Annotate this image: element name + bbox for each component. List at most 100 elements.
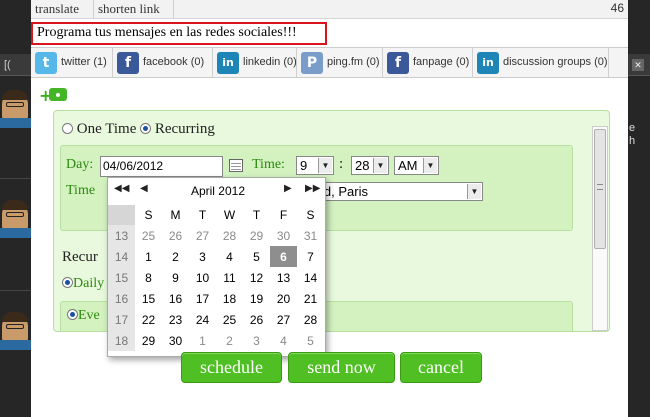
week-number: 16 [108, 288, 135, 309]
calendar-day[interactable]: 15 [135, 288, 162, 309]
calendar-day[interactable]: 29 [135, 330, 162, 351]
timezone-label: Time [66, 183, 96, 198]
calendar-day[interactable]: 17 [189, 288, 216, 309]
calendar-day[interactable]: 25 [135, 225, 162, 246]
calendar-day[interactable]: 28 [297, 309, 324, 330]
calendar-day[interactable]: 2 [162, 246, 189, 267]
datepicker-title: April 2012 [190, 184, 246, 198]
next-month-icon[interactable]: ▶ [284, 183, 292, 194]
calendar-day[interactable]: 23 [162, 309, 189, 330]
shorten-link-link[interactable]: shorten link [98, 1, 160, 17]
calendar-day[interactable]: 2 [216, 330, 243, 351]
every-radio[interactable] [67, 309, 78, 320]
tab-twitter[interactable]: t twitter (1) [31, 48, 113, 77]
calendar-day[interactable]: 12 [243, 267, 270, 288]
schedule-button[interactable]: schedule [181, 352, 282, 383]
calendar-day[interactable]: 24 [189, 309, 216, 330]
chevron-down-icon: ▼ [318, 158, 332, 173]
every-option[interactable]: Eve [67, 308, 100, 324]
calendar-week-row: 18 29 30 1 2 3 4 5 [108, 330, 324, 351]
calendar-day[interactable]: 26 [243, 309, 270, 330]
calendar-day[interactable]: 31 [297, 225, 324, 246]
tab-fanpage[interactable]: f fanpage (0) [383, 48, 473, 77]
calendar-day[interactable]: 19 [243, 288, 270, 309]
calendar-day[interactable]: 28 [216, 225, 243, 246]
daily-radio[interactable] [62, 277, 73, 288]
weekday-label: S [306, 208, 315, 222]
calendar-day[interactable]: 7 [297, 246, 324, 267]
tab-pingfm[interactable]: P ping.fm (0) [297, 48, 383, 77]
calendar-day[interactable]: 30 [270, 225, 297, 246]
compose-modal: translate shorten link 46 Programa tus m… [31, 0, 628, 417]
calendar-day[interactable]: 22 [135, 309, 162, 330]
week-number-header [108, 205, 135, 225]
calendar-day[interactable]: 16 [162, 288, 189, 309]
calendar-icon[interactable] [229, 159, 243, 172]
datepicker-header: ◀◀ ◀ April 2012 ▶ ▶▶ [108, 178, 325, 202]
calendar-day[interactable]: 1 [189, 330, 216, 351]
calendar-day[interactable]: 27 [270, 309, 297, 330]
calendar-day[interactable]: 25 [216, 309, 243, 330]
calendar-day[interactable]: 9 [162, 267, 189, 288]
character-count: 46 [610, 1, 624, 15]
recurring-radio[interactable] [140, 123, 152, 134]
prev-month-icon[interactable]: ◀ [140, 183, 148, 194]
calendar-day[interactable]: 8 [135, 267, 162, 288]
facebook-icon: f [117, 52, 139, 74]
calendar-day[interactable]: 10 [189, 267, 216, 288]
one-time-radio[interactable] [62, 123, 73, 134]
calendar-day[interactable]: 14 [297, 267, 324, 288]
minute-select[interactable]: 28 ▼ [351, 156, 389, 175]
avatar [0, 88, 31, 128]
next-year-icon[interactable]: ▶▶ [305, 183, 320, 194]
weekday-label: F [279, 208, 288, 222]
calendar-day[interactable]: 21 [297, 288, 324, 309]
calendar-day-selected[interactable]: 6 [270, 246, 297, 267]
message-input[interactable]: Programa tus mensajes en las redes socia… [31, 22, 327, 45]
tab-facebook[interactable]: f facebook (0) [113, 48, 213, 77]
recurring-label: Recurring [154, 121, 215, 137]
calendar-day[interactable]: 27 [189, 225, 216, 246]
calendar-grid: S M T W T F S 13 25 26 27 28 29 30 31 14 1 2 3 4 5 6 7 15 8 9 10 11… [108, 205, 324, 351]
calendar-day[interactable]: 3 [243, 330, 270, 351]
calendar-day[interactable]: 13 [270, 267, 297, 288]
calendar-day[interactable]: 4 [216, 246, 243, 267]
tab-linkedin[interactable]: in linkedin (0) [213, 48, 297, 77]
calendar-day[interactable]: 1 [135, 246, 162, 267]
calendar-day[interactable]: 18 [216, 288, 243, 309]
daily-option[interactable]: Daily [62, 276, 104, 292]
calendar-day[interactable]: 5 [297, 330, 324, 351]
calendar-week-row: 14 1 2 3 4 5 6 7 [108, 246, 324, 267]
weekday-label: M [170, 208, 181, 222]
datepicker: ◀◀ ◀ April 2012 ▶ ▶▶ S M T W T F S 13 25 26 27 28 29… [107, 177, 326, 357]
day-input[interactable]: 04/06/2012 [100, 156, 223, 177]
calendar-day[interactable]: 11 [216, 267, 243, 288]
calendar-day[interactable]: 29 [243, 225, 270, 246]
one-time-label: One Time [76, 121, 137, 137]
hour-select[interactable]: 9 ▼ [296, 156, 334, 175]
add-photo-button[interactable]: + [39, 86, 69, 104]
linkedin-icon: in [477, 52, 499, 74]
calendar-day[interactable]: 4 [270, 330, 297, 351]
week-number: 18 [108, 330, 135, 351]
calendar-day[interactable]: 3 [189, 246, 216, 267]
calendar-day[interactable]: 26 [162, 225, 189, 246]
calendar-day[interactable]: 5 [243, 246, 270, 267]
background-tab: [( [0, 54, 31, 76]
calendar-day[interactable]: 20 [270, 288, 297, 309]
prev-year-icon[interactable]: ◀◀ [114, 183, 129, 194]
tab-discussion-groups[interactable]: in discussion groups (0) [473, 48, 609, 77]
weekday-label: T [252, 208, 261, 222]
linkedin-icon: in [217, 52, 239, 74]
avatar [0, 310, 31, 350]
translate-link[interactable]: translate [35, 1, 79, 17]
calendar-week-row: 15 8 9 10 11 12 13 14 [108, 267, 324, 288]
cancel-button[interactable]: cancel [400, 352, 482, 383]
scrollbar[interactable] [592, 126, 608, 331]
ampm-select[interactable]: AM ▼ [394, 156, 439, 175]
pingfm-icon: P [301, 52, 323, 74]
calendar-day[interactable]: 30 [162, 330, 189, 351]
avatar [0, 198, 31, 238]
send-now-button[interactable]: send now [288, 352, 395, 383]
week-number: 17 [108, 309, 135, 330]
